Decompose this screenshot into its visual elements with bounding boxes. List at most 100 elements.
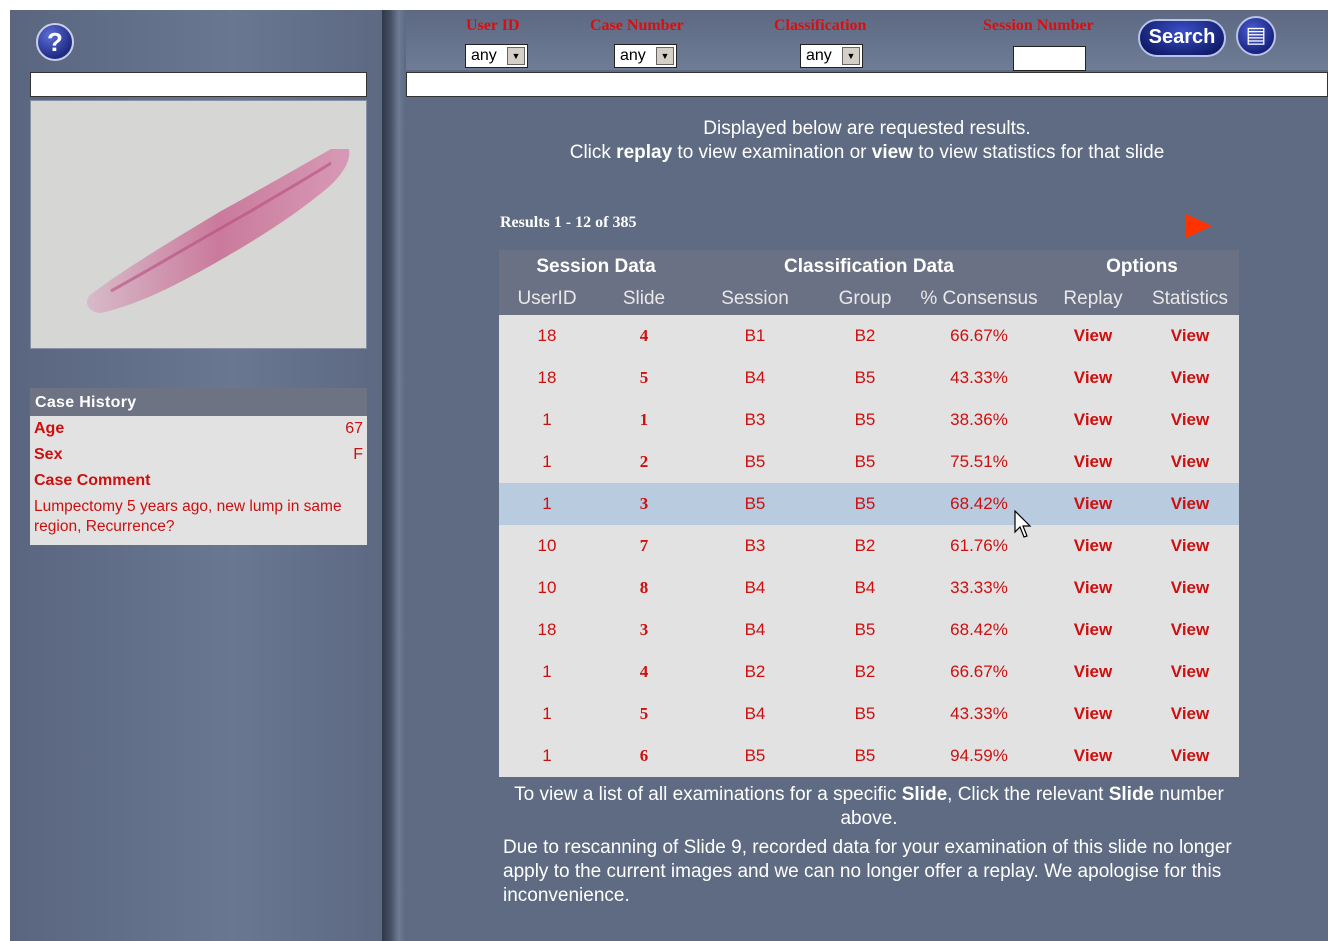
top-border <box>0 0 1328 10</box>
cell-userid: 1 <box>542 746 552 765</box>
age-row: Age 67 <box>30 416 367 442</box>
case-number-select[interactable]: any ▼ <box>614 44 677 68</box>
intro-line2-post: to view statistics for that slide <box>912 142 1165 163</box>
cell-session: B3 <box>744 410 766 429</box>
age-value: 67 <box>345 420 363 437</box>
classification-value: any <box>806 47 832 64</box>
cell-session: B5 <box>744 494 766 513</box>
user-id-select[interactable]: any ▼ <box>465 44 528 68</box>
table-row: 1 2 B5 B5 75.51% View View <box>499 441 1239 483</box>
cell-slide-link[interactable]: 4 <box>595 651 693 693</box>
slide-thumbnail[interactable] <box>30 100 367 349</box>
statistics-view-link[interactable]: View <box>1141 609 1239 651</box>
cell-session: B4 <box>744 620 766 639</box>
cell-slide-link[interactable]: 3 <box>595 483 693 525</box>
col-group: Group <box>817 283 913 315</box>
slide-word-2: Slide <box>1108 784 1155 805</box>
replay-view-link[interactable]: View <box>1045 735 1141 777</box>
cell-userid: 1 <box>542 662 552 681</box>
chevron-down-icon[interactable]: ▼ <box>656 47 674 65</box>
user-id-label: User ID <box>466 17 520 34</box>
case-comment-label: Case Comment <box>34 472 151 489</box>
cell-group: B5 <box>854 704 876 723</box>
classification-select[interactable]: any ▼ <box>800 44 863 68</box>
cell-slide-link[interactable]: 1 <box>595 399 693 441</box>
replay-view-link[interactable]: View <box>1045 525 1141 567</box>
cell-userid: 18 <box>537 620 557 639</box>
replay-view-link[interactable]: View <box>1045 567 1141 609</box>
replay-view-link[interactable]: View <box>1045 609 1141 651</box>
cell-consensus: 33.33% <box>950 578 1008 597</box>
statistics-view-link[interactable]: View <box>1141 315 1239 357</box>
intro-text: Displayed below are requested results. C… <box>406 117 1328 165</box>
cell-slide-link[interactable]: 5 <box>595 357 693 399</box>
cell-group: B5 <box>854 368 876 387</box>
case-comment-text: Lumpectomy 5 years ago, new lump in same… <box>34 498 342 535</box>
cell-group: B2 <box>854 536 876 555</box>
cell-slide-link[interactable]: 4 <box>595 315 693 357</box>
cell-userid: 1 <box>542 452 552 471</box>
statistics-view-link[interactable]: View <box>1141 357 1239 399</box>
table-row: 10 8 B4 B4 33.33% View View <box>499 567 1239 609</box>
results-title-field[interactable] <box>406 72 1328 97</box>
table-row: 18 3 B4 B5 68.42% View View <box>499 609 1239 651</box>
cell-group: B5 <box>854 746 876 765</box>
cell-group: B5 <box>854 620 876 639</box>
panel-divider <box>382 10 406 941</box>
help-icon[interactable]: ? <box>36 23 74 61</box>
statistics-view-link[interactable]: View <box>1141 735 1239 777</box>
replay-view-link[interactable]: View <box>1045 357 1141 399</box>
chevron-down-icon[interactable]: ▼ <box>842 47 860 65</box>
sex-label: Sex <box>34 446 63 463</box>
replay-view-link[interactable]: View <box>1045 651 1141 693</box>
results-count: Results 1 - 12 of 385 <box>500 214 637 231</box>
search-button[interactable]: Search <box>1138 19 1226 57</box>
statistics-view-link[interactable]: View <box>1141 441 1239 483</box>
chevron-down-icon[interactable]: ▼ <box>507 47 525 65</box>
statistics-view-link[interactable]: View <box>1141 693 1239 735</box>
statistics-view-link[interactable]: View <box>1141 567 1239 609</box>
statistics-view-link[interactable]: View <box>1141 399 1239 441</box>
session-number-input[interactable] <box>1013 46 1086 71</box>
replay-view-link[interactable]: View <box>1045 693 1141 735</box>
statistics-view-link[interactable]: View <box>1141 525 1239 567</box>
notes-icon[interactable]: ▤ <box>1236 16 1276 56</box>
table-row: 1 1 B3 B5 38.36% View View <box>499 399 1239 441</box>
slide-note: To view a list of all examinations for a… <box>499 783 1239 831</box>
intro-line1: Displayed below are requested results. <box>703 118 1031 139</box>
replay-view-link[interactable]: View <box>1045 441 1141 483</box>
replay-view-link[interactable]: View <box>1045 315 1141 357</box>
table-row: 1 5 B4 B5 43.33% View View <box>499 693 1239 735</box>
cell-session: B4 <box>744 578 766 597</box>
cell-slide-link[interactable]: 5 <box>595 693 693 735</box>
session-number-label: Session Number <box>983 17 1094 34</box>
replay-view-link[interactable]: View <box>1045 483 1141 525</box>
statistics-view-link[interactable]: View <box>1141 483 1239 525</box>
cell-group: B5 <box>854 452 876 471</box>
age-label: Age <box>34 420 65 437</box>
next-page-arrow-icon[interactable] <box>1186 214 1212 238</box>
cell-session: B5 <box>744 746 766 765</box>
table-row: 18 4 B1 B2 66.67% View View <box>499 315 1239 357</box>
cell-slide-link[interactable]: 2 <box>595 441 693 483</box>
cell-consensus: 68.42% <box>950 620 1008 639</box>
cell-slide-link[interactable]: 7 <box>595 525 693 567</box>
cell-slide-link[interactable]: 8 <box>595 567 693 609</box>
replay-view-link[interactable]: View <box>1045 399 1141 441</box>
view-word: view <box>871 142 913 163</box>
intro-line2: Click replay to view examination or view… <box>406 141 1328 165</box>
cell-userid: 1 <box>542 410 552 429</box>
cell-slide-link[interactable]: 3 <box>595 609 693 651</box>
statistics-view-link[interactable]: View <box>1141 651 1239 693</box>
case-number-value: any <box>620 47 646 64</box>
cell-consensus: 66.67% <box>950 662 1008 681</box>
cell-userid: 1 <box>542 704 552 723</box>
cell-userid: 1 <box>542 494 552 513</box>
cell-userid: 18 <box>537 368 557 387</box>
cell-userid: 18 <box>537 326 557 345</box>
cell-group: B5 <box>854 494 876 513</box>
slide-note-mid: , Click the relevant <box>947 784 1109 805</box>
cell-slide-link[interactable]: 6 <box>595 735 693 777</box>
case-title-field[interactable] <box>30 72 367 97</box>
slide-word: Slide <box>901 784 948 805</box>
